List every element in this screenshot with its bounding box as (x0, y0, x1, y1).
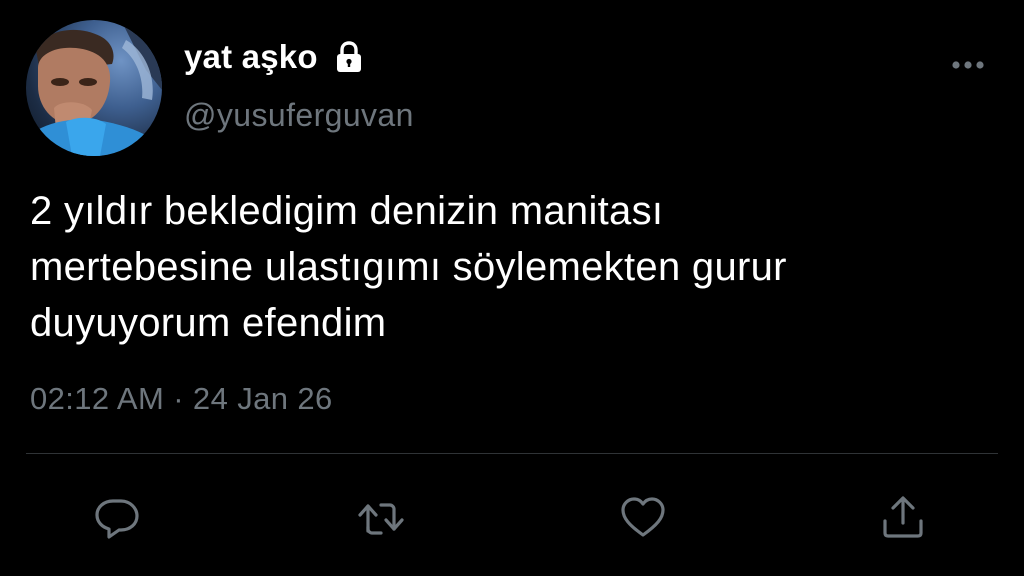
tweet-card: yat aşko @yusuferguvan 2 yıldır bekledig… (0, 0, 1024, 576)
profile-photo (26, 20, 162, 156)
display-name[interactable]: yat aşko (184, 38, 318, 76)
more-icon[interactable] (950, 56, 986, 74)
lock-icon (332, 40, 366, 74)
tweet-text: 2 yıldır bekledigim denizin manitası mer… (30, 189, 787, 345)
divider (26, 453, 998, 454)
like-button[interactable] (616, 490, 670, 544)
avatar[interactable] (26, 20, 162, 156)
name-row: yat aşko (184, 38, 366, 76)
tweet-timestamp[interactable]: 02:12 AM · 24 Jan 26 (30, 381, 333, 417)
share-icon (883, 496, 923, 538)
heart-icon (621, 497, 665, 537)
retweet-button[interactable] (354, 490, 408, 544)
share-button[interactable] (876, 490, 930, 544)
retweet-icon (358, 503, 404, 535)
reply-icon (95, 499, 139, 539)
reply-button[interactable] (90, 490, 144, 544)
user-handle[interactable]: @yusuferguvan (184, 97, 414, 134)
